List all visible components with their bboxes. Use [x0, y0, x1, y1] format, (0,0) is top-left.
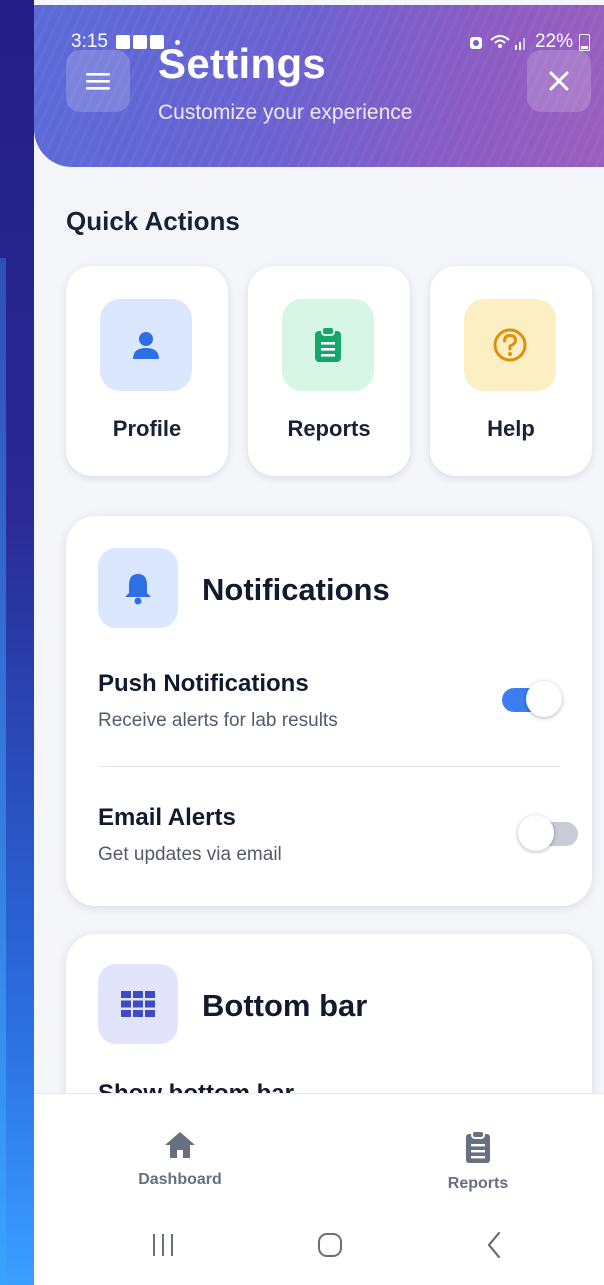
- clipboard-icon: [466, 1130, 490, 1163]
- push-notifications-title: Push Notifications: [98, 670, 309, 697]
- nav-dashboard[interactable]: Dashboard: [120, 1130, 240, 1189]
- system-navigation-bar: [34, 1227, 604, 1277]
- bell-icon: [125, 574, 151, 605]
- clipboard-icon: [315, 326, 341, 362]
- profile-icon-tile: [100, 299, 192, 391]
- person-icon: [133, 332, 159, 359]
- battery-icon: [579, 33, 590, 51]
- status-bar: 3:15 22%: [71, 29, 590, 55]
- notifications-title: Notifications: [202, 572, 390, 607]
- bottom-bar-title: Bottom bar: [202, 988, 368, 1023]
- hamburger-icon: [86, 73, 110, 90]
- quick-action-help[interactable]: Help: [430, 266, 592, 476]
- gallery-notification-icon: [115, 35, 130, 49]
- grid-icon: [121, 991, 155, 1017]
- email-alerts-subtitle: Get updates via email: [98, 844, 282, 865]
- nav-label: Reports: [447, 1175, 509, 1192]
- reports-icon-tile: [282, 299, 374, 391]
- alarm-icon: [469, 37, 482, 49]
- page-subtitle: Customize your experience: [158, 101, 413, 124]
- quick-action-label: Help: [487, 416, 535, 441]
- app-screen: 3:15 22% Settings Customize your experie…: [34, 0, 604, 1285]
- app-notification-icon: [132, 35, 147, 49]
- email-alerts-title: Email Alerts: [98, 804, 236, 831]
- question-circle-icon: [493, 328, 527, 362]
- bottom-bar-icon-tile: [98, 964, 178, 1044]
- email-alerts-toggle[interactable]: [518, 815, 578, 851]
- quick-actions-title: Quick Actions: [66, 206, 240, 236]
- bottom-navigation: Dashboard Reports: [34, 1093, 604, 1285]
- background-accent-strip: [0, 258, 6, 1285]
- quick-action-reports[interactable]: Reports: [248, 266, 410, 476]
- notifications-card: Notifications Push Notifications Receive…: [66, 516, 592, 906]
- nav-reports[interactable]: Reports: [418, 1130, 538, 1193]
- home-button-icon[interactable]: [314, 1229, 346, 1261]
- notifications-icon-tile: [98, 548, 178, 628]
- recent-apps-icon[interactable]: [150, 1231, 176, 1259]
- push-notifications-toggle[interactable]: [502, 681, 562, 717]
- home-icon: [165, 1132, 195, 1158]
- row-divider: [98, 766, 560, 767]
- nav-label: Dashboard: [138, 1171, 222, 1188]
- toggle-knob: [518, 815, 554, 851]
- wifi-signal-icon: [490, 35, 525, 50]
- quick-action-label: Reports: [287, 416, 371, 441]
- close-icon: [549, 71, 569, 91]
- menu-button[interactable]: [66, 50, 130, 112]
- quick-action-label: Profile: [112, 416, 182, 441]
- push-notifications-subtitle: Receive alerts for lab results: [98, 710, 338, 731]
- back-icon[interactable]: [482, 1229, 506, 1261]
- quick-action-profile[interactable]: Profile: [66, 266, 228, 476]
- toggle-knob: [526, 681, 562, 717]
- page-title: Settings: [158, 40, 327, 87]
- help-icon-tile: [464, 299, 556, 391]
- close-button[interactable]: [527, 50, 591, 112]
